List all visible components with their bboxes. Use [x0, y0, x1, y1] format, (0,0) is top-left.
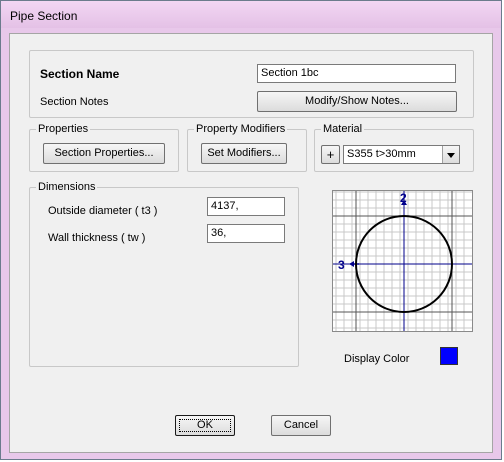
chevron-down-icon[interactable]	[442, 146, 459, 163]
section-name-group: Section Name Section 1bc Section Notes M…	[29, 50, 474, 118]
wall-thickness-label: Wall thickness ( tw )	[48, 232, 146, 244]
material-group: Material + S355 t>30mm	[314, 122, 474, 172]
set-modifiers-button[interactable]: Set Modifiers...	[201, 143, 287, 164]
title-bar[interactable]: Pipe Section	[1, 1, 501, 28]
material-selected-value: S355 t>30mm	[347, 148, 416, 160]
material-legend: Material	[321, 122, 365, 136]
modify-show-notes-button[interactable]: Modify/Show Notes...	[257, 91, 457, 112]
dialog-window: Pipe Section Section Name Section 1bc Se…	[0, 0, 502, 460]
dimensions-group: Dimensions Outside diameter ( t3 ) 4137,…	[29, 180, 299, 367]
add-material-button[interactable]: +	[321, 145, 340, 164]
ok-button[interactable]: OK	[175, 415, 235, 436]
axis-2-label: 2	[400, 191, 407, 205]
wall-thickness-input[interactable]: 36,	[207, 224, 285, 243]
outside-diameter-label: Outside diameter ( t3 )	[48, 205, 158, 217]
cancel-button[interactable]: Cancel	[271, 415, 331, 436]
section-properties-button[interactable]: Section Properties...	[43, 143, 165, 164]
properties-group: Properties Section Properties...	[29, 122, 179, 172]
section-name-label: Section Name	[40, 67, 120, 81]
property-modifiers-group: Property Modifiers Set Modifiers...	[187, 122, 307, 172]
ok-button-label: OK	[197, 419, 213, 431]
section-preview: 2 3	[332, 190, 473, 332]
axis-3-label: 3	[338, 258, 345, 272]
display-color-label: Display Color	[344, 353, 410, 365]
section-notes-label: Section Notes	[40, 96, 109, 108]
outside-diameter-input[interactable]: 4137,	[207, 197, 285, 216]
dialog-client-area: Section Name Section 1bc Section Notes M…	[9, 33, 493, 453]
property-modifiers-legend: Property Modifiers	[194, 122, 288, 136]
window-title: Pipe Section	[10, 9, 78, 23]
display-color-swatch[interactable]	[440, 347, 458, 365]
material-select[interactable]: S355 t>30mm	[343, 145, 460, 164]
section-preview-canvas: 2 3	[333, 191, 472, 331]
dimensions-legend: Dimensions	[36, 180, 98, 194]
section-name-input[interactable]: Section 1bc	[257, 64, 456, 83]
properties-legend: Properties	[36, 122, 91, 136]
